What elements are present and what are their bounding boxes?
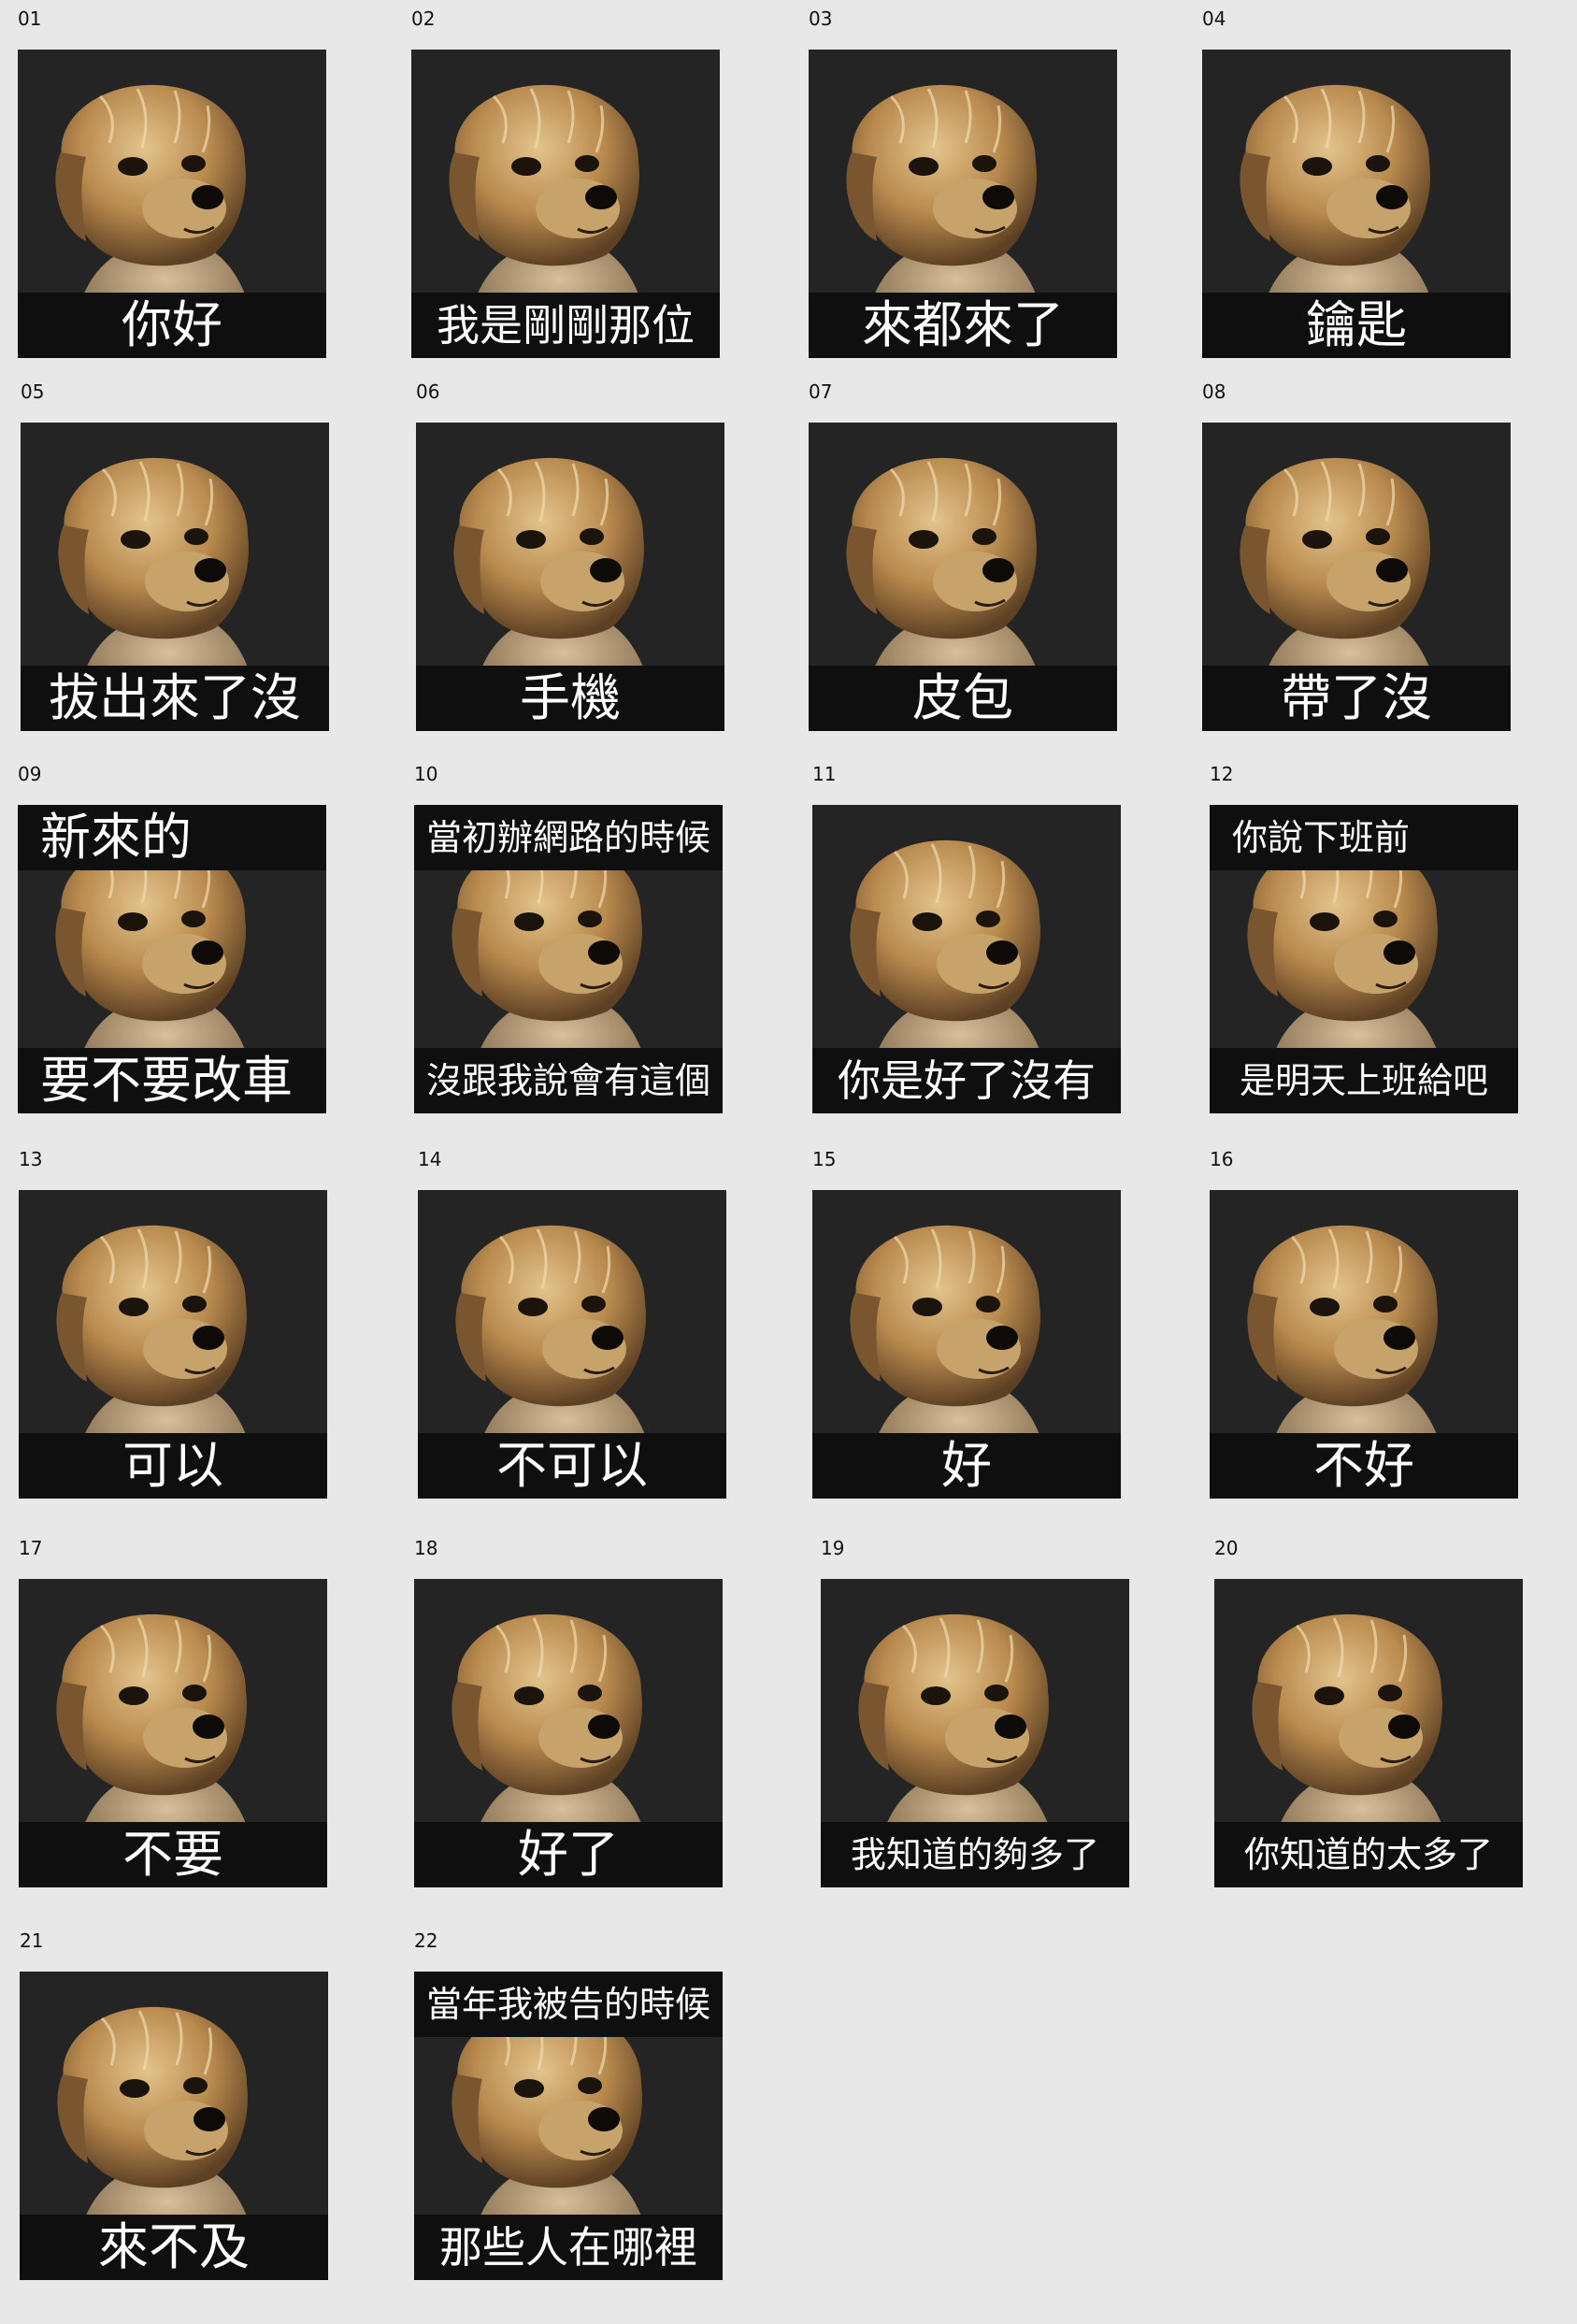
sticker-number: 04 [1202,7,1226,30]
sticker-sheet: 01 你好 02 我是剛剛那位 03 來都來了 04 鑰匙 05 拔出來了沒 0… [0,0,1577,2324]
caption-top: 當年我被告的時候 [414,1972,723,2037]
sticker-image[interactable]: 皮包 [809,423,1117,731]
sticker-image[interactable]: 不好 [1210,1190,1518,1499]
sticker-16[interactable]: 16 不好 [1210,1149,1518,1499]
sticker-image[interactable]: 好 [812,1190,1121,1499]
caption-bottom: 來都來了 [809,293,1117,358]
caption-bottom: 那些人在哪裡 [414,2215,723,2280]
sticker-number: 07 [809,380,833,403]
sticker-number: 21 [20,1929,44,1952]
caption-bottom: 帶了沒 [1202,666,1511,731]
caption-bottom: 你知道的太多了 [1214,1822,1523,1887]
sticker-image[interactable]: 新來的 要不要改車 [18,805,326,1113]
sticker-image[interactable]: 來都來了 [809,50,1117,358]
caption-bottom: 鑰匙 [1202,293,1511,358]
sticker-number: 20 [1214,1537,1239,1559]
caption-bottom: 你是好了沒有 [812,1048,1121,1113]
sticker-07[interactable]: 07 皮包 [809,381,1117,731]
sticker-image[interactable]: 我知道的夠多了 [821,1579,1129,1887]
sticker-09[interactable]: 09 新來的 要不要改車 [18,764,326,1113]
sticker-number: 18 [414,1537,438,1559]
sticker-number: 19 [821,1537,845,1559]
sticker-image[interactable]: 不可以 [418,1190,726,1499]
sticker-number: 17 [19,1537,43,1559]
sticker-18[interactable]: 18 好了 [414,1538,723,1887]
caption-bottom: 手機 [416,666,724,731]
sticker-number: 06 [416,380,440,403]
sticker-06[interactable]: 06 手機 [416,381,724,731]
caption-bottom: 好了 [414,1822,723,1887]
sticker-number: 13 [19,1148,43,1170]
sticker-image[interactable]: 當年我被告的時候 那些人在哪裡 [414,1972,723,2280]
caption-bottom: 沒跟我說會有這個 [414,1048,723,1113]
caption-bottom: 拔出來了沒 [21,666,329,731]
sticker-21[interactable]: 21 來不及 [20,1930,328,2280]
caption-bottom: 我是剛剛那位 [411,293,720,358]
sticker-04[interactable]: 04 鑰匙 [1202,8,1511,358]
sticker-number: 05 [21,380,45,403]
caption-bottom: 不要 [19,1822,327,1887]
caption-bottom: 要不要改車 [18,1048,326,1113]
caption-bottom: 可以 [19,1433,327,1499]
sticker-number: 14 [418,1148,442,1170]
sticker-19[interactable]: 19 我知道的夠多了 [821,1538,1129,1887]
sticker-image[interactable]: 帶了沒 [1202,423,1511,731]
sticker-03[interactable]: 03 來都來了 [809,8,1117,358]
sticker-number: 16 [1210,1148,1234,1170]
sticker-number: 22 [414,1929,438,1952]
caption-top: 新來的 [18,805,326,870]
sticker-15[interactable]: 15 好 [812,1149,1121,1499]
sticker-number: 10 [414,763,438,785]
sticker-image[interactable]: 你知道的太多了 [1214,1579,1523,1887]
sticker-image[interactable]: 你好 [18,50,326,358]
caption-bottom: 不可以 [418,1433,726,1499]
sticker-image[interactable]: 可以 [19,1190,327,1499]
caption-bottom: 你好 [18,293,326,358]
sticker-12[interactable]: 12 你說下班前 是明天上班給吧 [1210,764,1518,1113]
sticker-02[interactable]: 02 我是剛剛那位 [411,8,720,358]
sticker-number: 15 [812,1148,837,1170]
sticker-image[interactable]: 當初辦網路的時候 沒跟我說會有這個 [414,805,723,1113]
sticker-number: 03 [809,7,833,30]
sticker-01[interactable]: 01 你好 [18,8,326,358]
sticker-17[interactable]: 17 不要 [19,1538,327,1887]
sticker-number: 02 [411,7,436,30]
sticker-11[interactable]: 11 你是好了沒有 [812,764,1121,1113]
sticker-image[interactable]: 你說下班前 是明天上班給吧 [1210,805,1518,1113]
caption-top: 當初辦網路的時候 [414,805,723,870]
caption-bottom: 皮包 [809,666,1117,731]
sticker-image[interactable]: 你是好了沒有 [812,805,1121,1113]
sticker-14[interactable]: 14 不可以 [418,1149,726,1499]
caption-bottom: 來不及 [20,2215,328,2280]
sticker-image[interactable]: 手機 [416,423,724,731]
sticker-number: 01 [18,7,42,30]
sticker-image[interactable]: 不要 [19,1579,327,1887]
sticker-22[interactable]: 22 當年我被告的時候 那些人在哪裡 [414,1930,723,2280]
sticker-20[interactable]: 20 你知道的太多了 [1214,1538,1523,1887]
sticker-number: 09 [18,763,42,785]
sticker-05[interactable]: 05 拔出來了沒 [21,381,329,731]
sticker-13[interactable]: 13 可以 [19,1149,327,1499]
caption-bottom: 不好 [1210,1433,1518,1499]
caption-bottom: 我知道的夠多了 [821,1822,1129,1887]
sticker-number: 08 [1202,380,1226,403]
caption-top: 你說下班前 [1210,805,1518,870]
sticker-image[interactable]: 我是剛剛那位 [411,50,720,358]
sticker-number: 12 [1210,763,1234,785]
caption-bottom: 好 [812,1433,1121,1499]
caption-bottom: 是明天上班給吧 [1210,1048,1518,1113]
sticker-image[interactable]: 好了 [414,1579,723,1887]
sticker-image[interactable]: 來不及 [20,1972,328,2280]
sticker-image[interactable]: 鑰匙 [1202,50,1511,358]
sticker-10[interactable]: 10 當初辦網路的時候 沒跟我說會有這個 [414,764,723,1113]
sticker-08[interactable]: 08 帶了沒 [1202,381,1511,731]
sticker-number: 11 [812,763,837,785]
sticker-image[interactable]: 拔出來了沒 [21,423,329,731]
